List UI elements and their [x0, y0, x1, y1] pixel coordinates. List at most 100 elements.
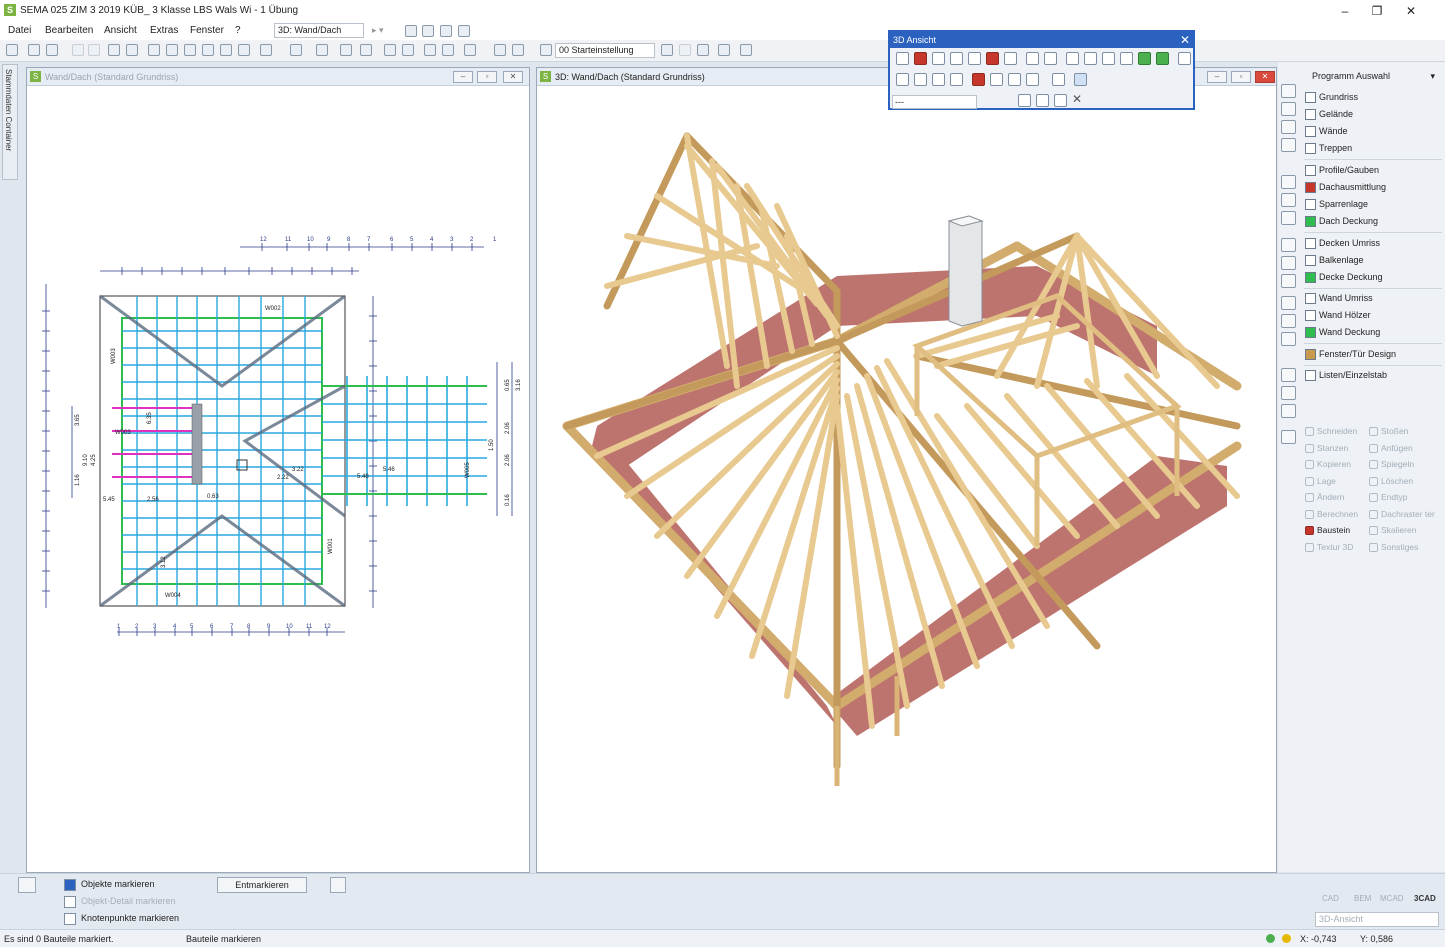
cube-icon[interactable]	[1102, 52, 1115, 65]
tool-stanzen[interactable]: Stanzen	[1304, 441, 1348, 455]
program-item-profile-gauben[interactable]: Profile/Gauben	[1304, 163, 1379, 178]
cube-icon[interactable]	[1120, 52, 1133, 65]
3d-roof-model[interactable]	[537, 86, 1276, 872]
program-item-decken-umriss[interactable]: Decken Umriss	[1304, 236, 1380, 251]
printer-icon[interactable]	[440, 25, 452, 37]
program-item-fenster-tuer[interactable]: Fenster/Tür Design	[1304, 347, 1396, 362]
view-icon[interactable]	[1018, 94, 1031, 107]
tool-endtyp[interactable]: Endtyp	[1368, 490, 1407, 504]
html-icon[interactable]	[932, 73, 945, 86]
program-item-dachausmittlung[interactable]: Dachausmittlung	[1304, 180, 1386, 195]
module-icon[interactable]	[1281, 238, 1296, 252]
close-icon[interactable]: ✕	[1072, 92, 1082, 106]
tool-icon[interactable]	[424, 44, 436, 56]
tool-icon[interactable]	[46, 44, 58, 56]
tool-icon[interactable]	[679, 44, 691, 56]
tool-loeschen[interactable]: Löschen	[1368, 474, 1413, 488]
module-icon[interactable]	[1281, 84, 1296, 98]
zoom-window-icon[interactable]	[184, 44, 196, 56]
module-icon[interactable]	[1281, 314, 1296, 328]
tool-sonstiges[interactable]: Sonstiges	[1368, 540, 1418, 554]
mark-nodes-option[interactable]: Knotenpunkte markieren	[64, 911, 179, 926]
view-icon[interactable]	[986, 52, 999, 65]
module-icon[interactable]	[1281, 138, 1296, 152]
program-item-wand-umriss[interactable]: Wand Umriss	[1304, 291, 1373, 306]
module-icon[interactable]	[1281, 193, 1296, 207]
program-item-balkenlage[interactable]: Balkenlage	[1304, 253, 1364, 268]
program-item-gelaende[interactable]: Gelände	[1304, 107, 1353, 122]
program-selection-combo[interactable]: Programm Auswahl ▾	[1312, 68, 1437, 84]
view-icon[interactable]	[1052, 73, 1065, 86]
maximize-button[interactable]: ❐	[1362, 2, 1392, 20]
html-icon[interactable]	[950, 73, 963, 86]
view-icon[interactable]	[1036, 94, 1049, 107]
tool-spiegeln[interactable]: Spiegeln	[1368, 457, 1414, 471]
module-icon[interactable]	[1281, 120, 1296, 134]
menu-datei[interactable]: Datei	[8, 25, 31, 36]
panel-toggle-icon[interactable]	[18, 877, 36, 893]
view-icon[interactable]	[896, 52, 909, 65]
cube-icon[interactable]	[1084, 52, 1097, 65]
mode-bem[interactable]: BEM	[1354, 894, 1371, 903]
redo-icon[interactable]	[88, 44, 100, 56]
tool-icon[interactable]	[718, 44, 730, 56]
user-icon[interactable]	[330, 877, 346, 893]
menu-ansicht[interactable]: Ansicht	[104, 25, 137, 36]
mode-cad[interactable]: CAD	[1322, 894, 1339, 903]
view-icon[interactable]	[1074, 73, 1087, 86]
cursor-icon[interactable]	[1026, 52, 1039, 65]
tool-dachraster[interactable]: Dachraster ter	[1368, 507, 1435, 521]
mark-object-detail-option[interactable]: Objekt-Detail markieren	[64, 894, 176, 909]
tool-kopieren[interactable]: Kopieren	[1304, 457, 1351, 471]
print-preview-icon[interactable]	[126, 44, 138, 56]
tool-icon[interactable]	[384, 44, 396, 56]
solid-cube-icon[interactable]	[1156, 52, 1169, 65]
cube-icon[interactable]	[1066, 52, 1079, 65]
camera-icon[interactable]	[896, 73, 909, 86]
toolbar-icon[interactable]	[405, 25, 417, 37]
pane-minimize-button[interactable]: –	[1207, 71, 1227, 83]
camera-icon[interactable]	[914, 73, 927, 86]
view-icon[interactable]	[1026, 73, 1039, 86]
pane-maximize-button[interactable]: ▫	[1231, 71, 1251, 83]
module-icon[interactable]	[1281, 211, 1296, 225]
menu-bearbeiten[interactable]: Bearbeiten	[45, 25, 93, 36]
tool-icon[interactable]	[148, 44, 160, 56]
tool-icon[interactable]	[166, 44, 178, 56]
plan-view-pane[interactable]: S Wand/Dach (Standard Grundriss) – ▫ ✕ 1…	[26, 67, 530, 873]
unmark-button[interactable]: Entmarkieren	[217, 877, 307, 893]
module-icon[interactable]	[1281, 404, 1296, 418]
program-item-grundriss[interactable]: Grundriss	[1304, 90, 1358, 105]
module-icon[interactable]	[1281, 368, 1296, 382]
tool-anfuegen[interactable]: Anfügen	[1368, 441, 1413, 455]
view-icon[interactable]	[1054, 94, 1067, 107]
module-icon[interactable]	[1281, 175, 1296, 189]
view-icon[interactable]	[1004, 52, 1017, 65]
gear-icon[interactable]	[697, 44, 709, 56]
open-folder-icon[interactable]	[6, 44, 18, 56]
tool-icon[interactable]	[512, 44, 524, 56]
tool-icon[interactable]	[740, 44, 752, 56]
mark-objects-option[interactable]: Objekte markieren	[64, 877, 155, 892]
view-combo[interactable]: 3D: Wand/Dach	[274, 23, 364, 38]
mode-3cad[interactable]: 3CAD	[1414, 894, 1436, 903]
close-icon[interactable]: ✕	[1180, 32, 1190, 48]
tool-textur-3d[interactable]: Textur 3D	[1304, 540, 1353, 554]
tool-lage[interactable]: Lage	[1304, 474, 1336, 488]
pan-icon[interactable]	[220, 44, 232, 56]
tool-stossen[interactable]: Stoßen	[1368, 424, 1408, 438]
tool-icon[interactable]	[464, 44, 476, 56]
pane-minimize-button[interactable]: –	[453, 71, 473, 83]
house-icon[interactable]	[968, 52, 981, 65]
pencil-icon[interactable]	[360, 44, 372, 56]
master-data-container-tab[interactable]: Stammdaten Container	[2, 64, 18, 180]
print-icon[interactable]	[108, 44, 120, 56]
pane-close-button[interactable]: ✕	[503, 71, 523, 83]
3d-toolbar-input[interactable]: ---	[892, 95, 977, 109]
module-icon[interactable]	[1281, 102, 1296, 116]
view-icon[interactable]	[1008, 73, 1021, 86]
program-item-dach-deckung[interactable]: Dach Deckung	[1304, 214, 1378, 229]
tool-icon[interactable]	[402, 44, 414, 56]
tool-icon[interactable]	[494, 44, 506, 56]
view-icon[interactable]	[932, 52, 945, 65]
